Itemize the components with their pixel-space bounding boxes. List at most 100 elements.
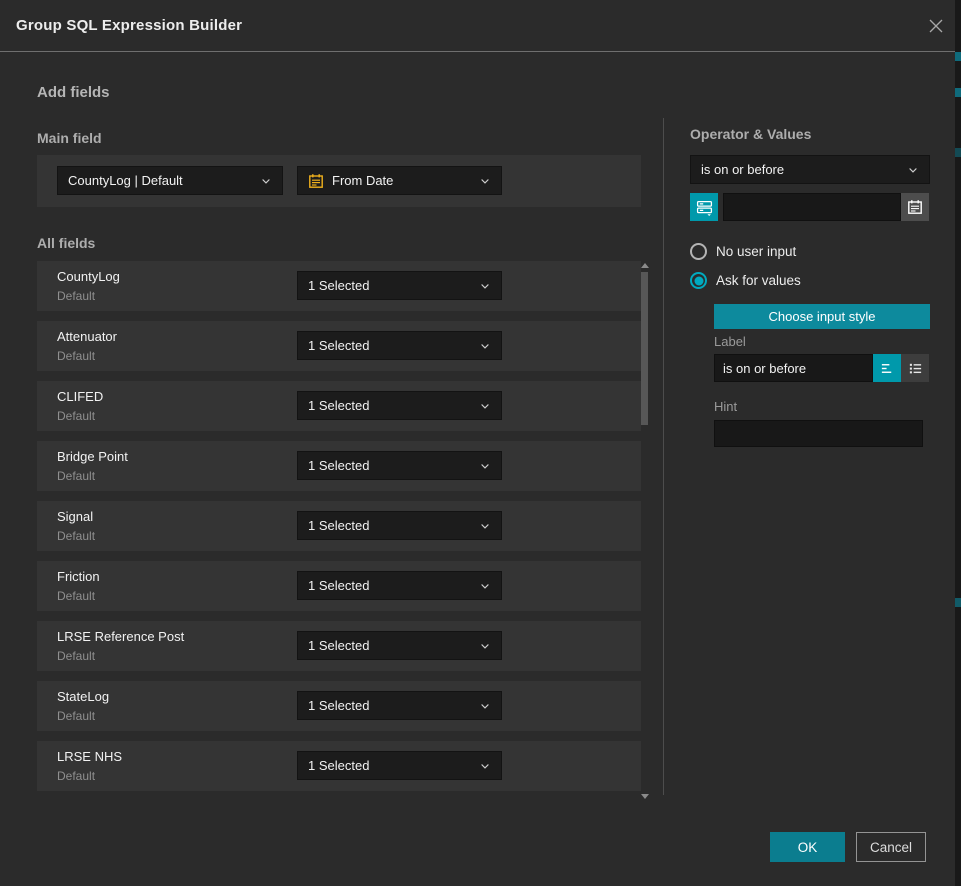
- field-name: StateLog: [57, 689, 109, 704]
- field-sublabel: Default: [57, 349, 95, 363]
- field-sublabel: Default: [57, 709, 95, 723]
- hint-input[interactable]: [714, 420, 923, 447]
- main-field-label: Main field: [37, 130, 102, 146]
- field-selected-value: 1 Selected: [308, 578, 369, 593]
- field-sublabel: Default: [57, 769, 95, 783]
- field-selected-value: 1 Selected: [308, 278, 369, 293]
- label-input[interactable]: [714, 354, 873, 382]
- field-selected-dropdown[interactable]: 1 Selected: [297, 691, 502, 720]
- chevron-down-icon: [479, 700, 491, 712]
- field-select-value: From Date: [332, 173, 393, 188]
- hint-caption: Hint: [714, 399, 737, 414]
- operator-values-heading: Operator & Values: [690, 126, 811, 142]
- field-name: Attenuator: [57, 329, 117, 344]
- radio-label: Ask for values: [716, 273, 801, 288]
- close-icon[interactable]: [925, 15, 947, 37]
- all-fields-list: CountyLog Default 1 Selected Attenuator …: [37, 261, 641, 801]
- field-sublabel: Default: [57, 469, 95, 483]
- field-selected-dropdown[interactable]: 1 Selected: [297, 571, 502, 600]
- scroll-down-icon[interactable]: [641, 794, 649, 799]
- field-name: CountyLog: [57, 269, 120, 284]
- scroll-up-icon[interactable]: [641, 263, 649, 268]
- scrollbar-mark: [955, 598, 961, 607]
- operator-dropdown[interactable]: is on or before: [690, 155, 930, 184]
- list-icon[interactable]: [901, 354, 929, 382]
- scrollbar-mark: [955, 88, 961, 97]
- single-line-icon[interactable]: [873, 354, 901, 382]
- radio-ask-for-values[interactable]: Ask for values: [690, 272, 801, 289]
- dialog-titlebar: Group SQL Expression Builder: [0, 0, 961, 52]
- field-selected-dropdown[interactable]: 1 Selected: [297, 271, 502, 300]
- field-name: Friction: [57, 569, 100, 584]
- field-name: Bridge Point: [57, 449, 128, 464]
- cancel-button[interactable]: Cancel: [856, 832, 926, 862]
- chevron-down-icon: [479, 580, 491, 592]
- scrollbar-mark: [955, 148, 961, 157]
- field-sublabel: Default: [57, 649, 95, 663]
- chevron-down-icon: [479, 760, 491, 772]
- field-row: Bridge Point Default 1 Selected: [37, 441, 641, 491]
- chevron-down-icon: [479, 280, 491, 292]
- field-name: CLIFED: [57, 389, 103, 404]
- radio-no-user-input[interactable]: No user input: [690, 243, 796, 260]
- field-selected-value: 1 Selected: [308, 518, 369, 533]
- group-sql-expression-builder-dialog: { "dialog": { "title": "Group SQL Expres…: [0, 0, 961, 886]
- date-picker-calendar-icon[interactable]: [901, 193, 929, 221]
- chevron-down-icon: [479, 520, 491, 532]
- chevron-down-icon: [479, 340, 491, 352]
- field-selected-value: 1 Selected: [308, 398, 369, 413]
- main-field-row: CountyLog | Default From Date: [37, 155, 641, 207]
- scrollbar-thumb[interactable]: [641, 272, 648, 425]
- field-row: CountyLog Default 1 Selected: [37, 261, 641, 311]
- panel-divider: [663, 118, 664, 795]
- chevron-down-icon: [260, 175, 272, 187]
- field-selected-dropdown[interactable]: 1 Selected: [297, 391, 502, 420]
- all-fields-label: All fields: [37, 235, 95, 251]
- field-row: Friction Default 1 Selected: [37, 561, 641, 611]
- chevron-down-icon: [479, 640, 491, 652]
- ok-button[interactable]: OK: [770, 832, 845, 862]
- dialog-title: Group SQL Expression Builder: [16, 17, 242, 34]
- list-scrollbar[interactable]: [640, 261, 649, 801]
- field-sublabel: Default: [57, 589, 95, 603]
- main-field-field-select[interactable]: From Date: [297, 166, 502, 195]
- field-row: Signal Default 1 Selected: [37, 501, 641, 551]
- page-scrollbar[interactable]: [955, 0, 961, 886]
- value-input[interactable]: [723, 193, 901, 221]
- field-name: LRSE Reference Post: [57, 629, 184, 644]
- chevron-down-icon: [907, 164, 919, 176]
- chevron-down-icon: [479, 460, 491, 472]
- field-selected-value: 1 Selected: [308, 698, 369, 713]
- field-row: Attenuator Default 1 Selected: [37, 321, 641, 371]
- field-selected-dropdown[interactable]: 1 Selected: [297, 331, 502, 360]
- field-selected-dropdown[interactable]: 1 Selected: [297, 631, 502, 660]
- chevron-down-icon: [479, 175, 491, 187]
- scrollbar-mark: [955, 52, 961, 61]
- radio-circle-icon: [690, 243, 707, 260]
- field-row: StateLog Default 1 Selected: [37, 681, 641, 731]
- field-selected-dropdown[interactable]: 1 Selected: [297, 751, 502, 780]
- radio-circle-icon: [690, 272, 707, 289]
- field-selected-value: 1 Selected: [308, 758, 369, 773]
- field-selected-value: 1 Selected: [308, 458, 369, 473]
- field-sublabel: Default: [57, 409, 95, 423]
- layer-select-value: CountyLog | Default: [68, 173, 183, 188]
- field-row: LRSE Reference Post Default 1 Selected: [37, 621, 641, 671]
- field-selected-value: 1 Selected: [308, 338, 369, 353]
- chevron-down-icon: [479, 400, 491, 412]
- unique-values-icon[interactable]: [690, 193, 718, 221]
- operator-value: is on or before: [701, 162, 784, 177]
- label-caption: Label: [714, 334, 746, 349]
- main-field-layer-select[interactable]: CountyLog | Default: [57, 166, 283, 195]
- field-sublabel: Default: [57, 289, 95, 303]
- choose-input-style-button[interactable]: Choose input style: [714, 304, 930, 329]
- field-name: LRSE NHS: [57, 749, 122, 764]
- field-row: LRSE NHS Default 1 Selected: [37, 741, 641, 791]
- radio-label: No user input: [716, 244, 796, 259]
- field-sublabel: Default: [57, 529, 95, 543]
- add-fields-heading: Add fields: [37, 84, 110, 101]
- field-row: CLIFED Default 1 Selected: [37, 381, 641, 431]
- calendar-icon: [308, 173, 324, 189]
- field-selected-dropdown[interactable]: 1 Selected: [297, 511, 502, 540]
- field-selected-dropdown[interactable]: 1 Selected: [297, 451, 502, 480]
